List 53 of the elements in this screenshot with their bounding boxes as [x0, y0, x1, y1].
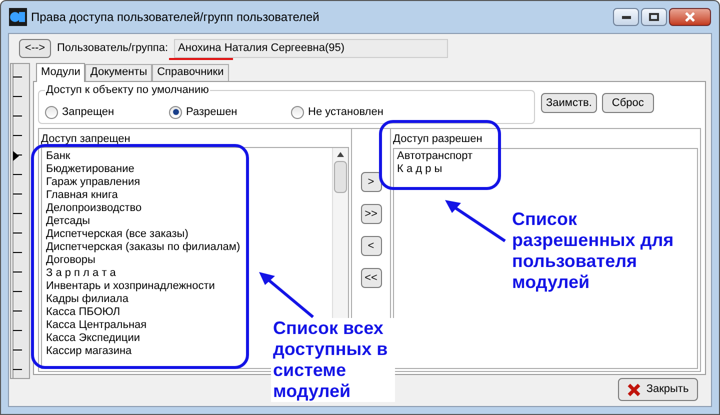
panel-header: Доступ запрещен	[40, 132, 132, 145]
list-item[interactable]: Инвентарь и хозпринадлежности	[46, 280, 215, 293]
list-item[interactable]: Бюджетирование	[46, 163, 134, 176]
list-item[interactable]: Детсады	[46, 215, 90, 228]
transfer-button[interactable]: <<	[360, 268, 382, 288]
radio-label: Запрещен	[62, 105, 114, 120]
user-group-label: Пользователь/группа:	[57, 40, 168, 56]
close-button[interactable]: Закрыть	[618, 378, 698, 401]
radio-label: Разрешен	[186, 105, 238, 120]
list-item[interactable]: Договоры	[46, 254, 96, 267]
underline-mark	[169, 58, 233, 60]
close-window-button[interactable]	[669, 8, 711, 26]
tab[interactable]: Документы	[85, 64, 152, 81]
app-icon	[9, 8, 27, 26]
list-item[interactable]: Главная книга	[46, 189, 118, 202]
list-item[interactable]: Кадры филиала	[46, 293, 128, 306]
radio-button[interactable]	[169, 106, 182, 119]
transfer-button[interactable]: <	[360, 236, 382, 256]
list-item[interactable]: Автотранспорт	[397, 150, 473, 163]
list-item[interactable]: Гараж управления	[46, 176, 140, 189]
transfer-button[interactable]: >>	[360, 204, 382, 224]
list-item[interactable]: Диспетчерская (все заказы)	[46, 228, 188, 241]
list-item[interactable]: Кассир магазина	[46, 345, 132, 358]
action-button[interactable]: Сброс	[602, 93, 654, 113]
transfer-button[interactable]: >	[360, 172, 382, 192]
tab[interactable]: Модули	[36, 63, 86, 82]
arrow	[257, 271, 315, 319]
radio-button[interactable]	[45, 106, 58, 119]
maximize-button[interactable]	[641, 8, 667, 26]
list-item[interactable]: З а р п л а т а	[46, 267, 116, 280]
list-item[interactable]: Делопроизводство	[46, 202, 142, 215]
action-button[interactable]: Заимств.	[541, 93, 597, 113]
list-item[interactable]: Касса ПБОЮЛ	[46, 306, 120, 319]
callout-text: Список всех доступных в системе модулей	[271, 318, 395, 402]
scroll-up-icon[interactable]	[337, 152, 344, 157]
list-item[interactable]: К а д р ы	[397, 163, 442, 176]
arrow	[443, 199, 507, 243]
list-item[interactable]: Касса Экспедиции	[46, 332, 140, 345]
tab[interactable]: Справочники	[152, 64, 229, 81]
radio-label: Не установлен	[308, 105, 384, 120]
panel-header: Доступ разрешен	[392, 132, 484, 146]
list-item[interactable]: Касса Центральная	[46, 319, 147, 332]
callout-text: Список разрешенных для пользователя модулей	[512, 209, 675, 293]
minimize-button[interactable]	[613, 8, 639, 26]
close-icon	[685, 12, 695, 22]
radio-button[interactable]	[291, 106, 304, 119]
window-title: Права доступа пользователей/групп пользователей	[31, 9, 320, 26]
list-item[interactable]: Диспетчерская (заказы по филиалам)	[46, 241, 240, 254]
group-title: Доступ к объекту по умолчанию	[45, 83, 210, 97]
user-group-field: Анохина Наталия Сергеевна(95)	[174, 38, 448, 58]
swap-button[interactable]: <-->	[19, 38, 51, 58]
list-item[interactable]: Банк	[46, 150, 70, 163]
close-icon	[627, 382, 642, 396]
